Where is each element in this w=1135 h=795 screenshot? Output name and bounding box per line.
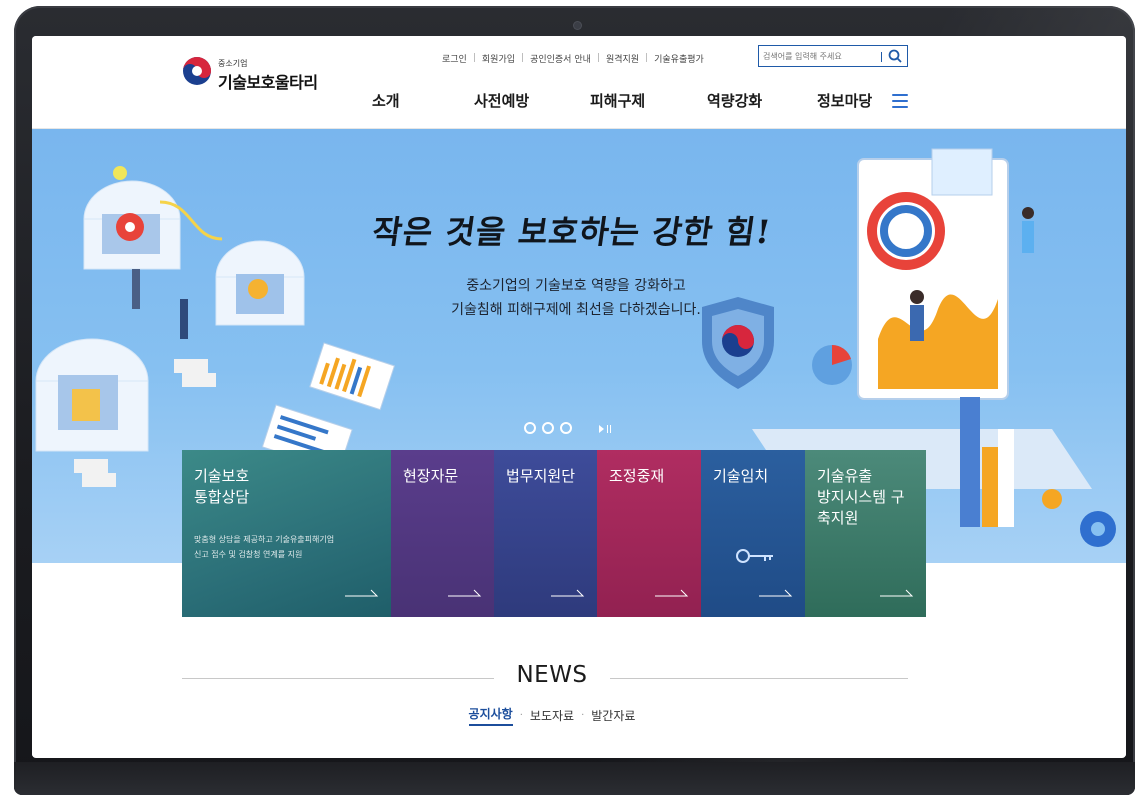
separator: | — [521, 53, 525, 63]
slider-dot[interactable] — [524, 422, 536, 434]
site-header: 중소기업 기술보호울타리 로그인 | 회원가입 | 공인인증서 안내 | 원격지… — [32, 36, 1126, 129]
arrow-right-icon — [880, 589, 914, 597]
menu-icon[interactable] — [892, 94, 908, 108]
separator: · — [519, 709, 523, 721]
arrow-right-icon — [655, 589, 689, 597]
card-title: 조정중재 — [609, 467, 665, 485]
arrow-right-icon — [345, 589, 379, 597]
arrow-right-icon — [551, 589, 585, 597]
tab-press-releases[interactable]: 보도자료 — [530, 707, 574, 724]
nav-item-info[interactable]: 정보마당 — [817, 90, 872, 111]
logo-subtitle: 중소기업 — [218, 59, 248, 68]
card-field-advice[interactable]: 현장자문 — [391, 450, 494, 617]
search-input[interactable] — [763, 48, 875, 64]
taeguk-logo-icon — [183, 57, 211, 85]
signup-link[interactable]: 회원가입 — [482, 52, 515, 65]
separator: · — [581, 709, 585, 721]
login-link[interactable]: 로그인 — [442, 52, 467, 65]
card-integrated-consulting[interactable]: 기술보호 통합상담 맞춤형 상담을 제공하고 기술유출피해기업 신고 접수 및 … — [182, 450, 391, 617]
arrow-right-icon — [448, 589, 482, 597]
play-icon[interactable] — [599, 425, 604, 433]
service-cards: 기술보호 통합상담 맞춤형 상담을 제공하고 기술유출피해기업 신고 접수 및 … — [182, 450, 926, 617]
separator: | — [472, 53, 476, 63]
nav-item-relief[interactable]: 피해구제 — [590, 90, 645, 111]
divider-right — [610, 678, 908, 679]
card-mediation[interactable]: 조정중재 — [597, 450, 701, 617]
card-title: 기술임치 — [713, 467, 769, 485]
camera-icon — [574, 22, 581, 29]
slider-dot[interactable] — [542, 422, 554, 434]
card-tech-escrow[interactable]: 기술임치 — [701, 450, 805, 617]
pause-icon[interactable] — [607, 425, 611, 433]
search-divider — [881, 52, 882, 62]
card-title: 기술유출 방지시스템 구 축지원 — [817, 467, 905, 527]
card-title: 기술보호 통합상담 — [194, 467, 250, 506]
card-description: 맞춤형 상담을 제공하고 기술유출피해기업 신고 접수 및 검찰청 연계를 지원 — [194, 535, 335, 559]
hero-description-line2: 기술침해 피해구제에 최선을 다하겠습니다. — [451, 302, 701, 318]
separator: | — [596, 53, 600, 63]
key-icon — [736, 549, 773, 563]
separator: | — [645, 53, 649, 63]
laptop-bottom-bezel — [14, 762, 1135, 795]
main-nav: 소개 사전예방 피해구제 역량강화 정보마당 — [332, 90, 932, 114]
card-title: 현장자문 — [403, 467, 459, 485]
search-box — [758, 45, 908, 67]
logo-title: 기술보호울타리 — [218, 73, 318, 92]
card-legal-support[interactable]: 법무지원단 — [494, 450, 597, 617]
hero-description-line1: 중소기업의 기술보호 역량을 강화하고 — [466, 278, 686, 294]
card-leak-prevention-system[interactable]: 기술유출 방지시스템 구 축지원 — [805, 450, 926, 617]
nav-item-capacity[interactable]: 역량강화 — [707, 90, 762, 111]
hero-slogan: 작은 것을 보호하는 강한 힘! — [369, 213, 774, 251]
certificate-guide-link[interactable]: 공인인증서 안내 — [530, 52, 591, 65]
browser-screen: 중소기업 기술보호울타리 로그인 | 회원가입 | 공인인증서 안내 | 원격지… — [32, 36, 1126, 758]
news-title: NEWS — [516, 662, 588, 688]
news-section: NEWS 공지사항 · 보도자료 · 발간자료 — [32, 636, 1126, 756]
news-tabs: 공지사항 · 보도자료 · 발간자료 — [442, 705, 662, 726]
nav-item-intro[interactable]: 소개 — [372, 90, 400, 111]
nav-item-prevention[interactable]: 사전예방 — [474, 90, 529, 111]
remote-support-link[interactable]: 원격지원 — [606, 52, 639, 65]
card-title: 법무지원단 — [506, 467, 576, 485]
utility-links: 로그인 | 회원가입 | 공인인증서 안내 | 원격지원 | 기술유출평가 — [442, 50, 704, 66]
arrow-right-icon — [759, 589, 793, 597]
slider-dot[interactable] — [560, 422, 572, 434]
tab-publications[interactable]: 발간자료 — [591, 707, 635, 724]
search-icon[interactable] — [887, 48, 903, 64]
divider-left — [182, 678, 494, 679]
tab-notices[interactable]: 공지사항 — [468, 705, 513, 726]
leak-evaluation-link[interactable]: 기술유출평가 — [654, 52, 704, 65]
slider-pagination — [524, 422, 572, 434]
